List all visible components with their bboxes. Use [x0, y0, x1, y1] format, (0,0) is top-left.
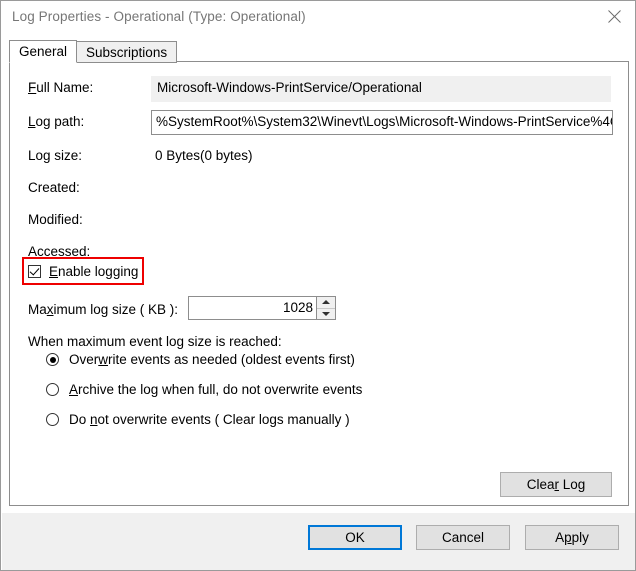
radio-2-part2: ot overwrite events ( Clear logs manuall… — [97, 412, 350, 427]
title-bar: Log Properties - Operational (Type: Oper… — [1, 1, 635, 33]
full-name-value: Microsoft-Windows-PrintService/Operation… — [157, 80, 422, 95]
radio-overwrite-as-needed-label: Overwrite events as needed (oldest event… — [69, 352, 355, 367]
radio-0-accesskey: w — [98, 352, 109, 367]
cancel-button[interactable]: Cancel — [416, 525, 510, 550]
apply-button[interactable]: Apply — [525, 525, 619, 550]
stepper-decrement-button[interactable] — [317, 309, 335, 320]
tab-strip: General Subscriptions — [9, 39, 178, 63]
log-path-accesskey: L — [28, 114, 36, 129]
checkbox-icon — [28, 265, 41, 278]
apply-part2: ply — [571, 530, 589, 545]
full-name-label-rest: ull Name: — [36, 80, 94, 95]
spinner-down-arrow-icon — [322, 311, 330, 316]
apply-accesskey: p — [564, 530, 572, 545]
clear-log-part2: Log — [558, 477, 586, 492]
apply-part1: A — [555, 530, 565, 545]
enable-logging-accesskey: E — [49, 264, 59, 279]
full-name-accesskey: F — [28, 80, 37, 95]
accessed-label: Accessed: — [28, 244, 91, 259]
radio-do-not-overwrite[interactable]: Do not overwrite events ( Clear logs man… — [46, 412, 350, 427]
radio-overwrite-as-needed[interactable]: Overwrite events as needed (oldest event… — [46, 352, 355, 367]
radio-icon — [46, 413, 59, 426]
radio-1-accesskey: A — [69, 382, 79, 397]
enable-logging-checkbox[interactable]: Enable logging — [28, 264, 138, 279]
max-log-size-input[interactable]: 1028 — [189, 297, 316, 319]
close-icon — [608, 10, 621, 23]
radio-2-part1: Do — [69, 412, 91, 427]
max-log-size-label-part2: imum log size ( KB ): — [53, 302, 179, 317]
enable-logging-label-rest: nable logging — [58, 264, 139, 279]
stepper-buttons — [316, 297, 335, 319]
modified-label: Modified: — [28, 212, 83, 227]
general-tab-panel: Full Name: Microsoft-Windows-PrintServic… — [9, 61, 629, 506]
enable-logging-label: Enable logging — [49, 264, 138, 279]
log-path-label: Log path: — [28, 114, 84, 129]
radio-do-not-overwrite-label: Do not overwrite events ( Clear logs man… — [69, 412, 350, 427]
log-path-input[interactable]: %SystemRoot%\System32\Winevt\Logs\Micros… — [151, 110, 613, 135]
close-button[interactable] — [592, 1, 635, 32]
radio-0-part1: Over — [69, 352, 99, 367]
max-log-size-label-part1: Ma — [28, 302, 47, 317]
radio-archive-when-full-label: Archive the log when full, do not overwr… — [69, 382, 362, 397]
tab-subscriptions-label: Subscriptions — [86, 45, 168, 60]
log-path-value: %SystemRoot%\System32\Winevt\Logs\Micros… — [156, 114, 612, 129]
retention-group-label: When maximum event log size is reached: — [28, 334, 282, 349]
radio-icon — [46, 383, 59, 396]
max-log-size-accesskey: x — [46, 302, 54, 317]
apply-button-label: Apply — [555, 530, 589, 545]
max-log-size-stepper[interactable]: 1028 — [188, 296, 336, 320]
tab-subscriptions[interactable]: Subscriptions — [76, 41, 178, 63]
ok-button-label: OK — [345, 530, 365, 545]
tab-general[interactable]: General — [9, 40, 78, 63]
clear-log-button[interactable]: Clear Log — [500, 472, 612, 497]
radio-0-part2: rite events as needed (oldest events fir… — [108, 352, 355, 367]
cancel-button-label: Cancel — [441, 530, 485, 545]
tab-general-label: General — [19, 44, 68, 59]
log-properties-dialog: Log Properties - Operational (Type: Oper… — [0, 0, 636, 571]
radio-archive-when-full[interactable]: Archive the log when full, do not overwr… — [46, 382, 362, 397]
spinner-up-arrow-icon — [322, 300, 330, 305]
window-title: Log Properties - Operational (Type: Oper… — [12, 9, 306, 24]
ok-button[interactable]: OK — [308, 525, 402, 550]
full-name-field: Microsoft-Windows-PrintService/Operation… — [151, 76, 611, 102]
created-label: Created: — [28, 180, 80, 195]
radio-2-accesskey: n — [90, 412, 98, 427]
full-name-label: Full Name: — [28, 80, 93, 95]
radio-icon — [46, 353, 59, 366]
max-log-size-label: Maximum log size ( KB ): — [28, 302, 178, 317]
clear-log-button-label: Clear Log — [527, 477, 586, 492]
log-path-label-rest: og path: — [35, 114, 85, 129]
log-size-value: 0 Bytes(0 bytes) — [155, 148, 253, 163]
log-size-label: Log size: — [28, 148, 83, 163]
radio-1-part2: rchive the log when full, do not overwri… — [78, 382, 363, 397]
stepper-increment-button[interactable] — [317, 297, 335, 309]
clear-log-part1: Clea — [526, 477, 555, 492]
